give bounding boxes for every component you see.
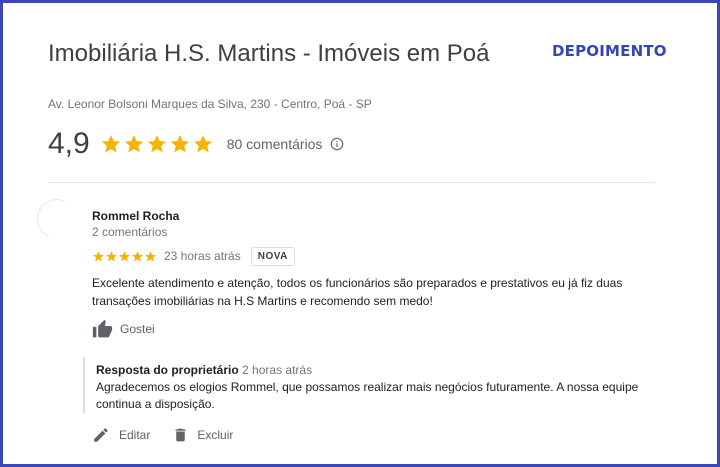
star-icon: [145, 250, 156, 261]
like-button[interactable]: Gostei: [92, 318, 155, 340]
thumbs-up-icon: [92, 319, 113, 337]
star-icon: [93, 250, 104, 261]
review-stars: [92, 250, 157, 263]
owner-actions: Editar Excluir: [92, 424, 233, 446]
section-divider: [48, 182, 654, 183]
review-text: Excelente atendimento e atenção, todos o…: [92, 276, 623, 308]
info-icon[interactable]: [330, 137, 344, 151]
star-icon: [170, 135, 189, 153]
owner-response-header: Resposta do proprietário 2 horas atrás: [96, 362, 663, 378]
rating-value: 4,9: [48, 127, 90, 160]
star-icon: [119, 250, 130, 261]
rating-stars: [100, 133, 214, 155]
star-icon: [101, 135, 120, 153]
edit-button[interactable]: Editar: [92, 426, 150, 444]
business-rating-summary: 4,9 80 comentários: [48, 124, 344, 164]
star-icon: [106, 250, 117, 261]
owner-response-text: Agradecemos os elogios Rommel, que possa…: [96, 380, 639, 411]
avatar[interactable]: [31, 193, 83, 245]
delete-button[interactable]: Excluir: [172, 426, 233, 444]
owner-response: Resposta do proprietário 2 horas atrás A…: [83, 357, 663, 413]
review-rating-row: 23 horas atrás NOVA: [92, 246, 295, 266]
reviewer-name[interactable]: Rommel Rocha: [92, 209, 179, 223]
delete-label: Excluir: [197, 428, 234, 442]
like-label: Gostei: [120, 322, 155, 336]
owner-response-title: Resposta do proprietário: [96, 363, 239, 377]
star-icon: [147, 135, 166, 153]
edit-label: Editar: [119, 428, 151, 442]
trash-icon: [175, 428, 186, 442]
reviewer-review-count: 2 comentários: [92, 225, 168, 239]
owner-response-time: 2 horas atrás: [242, 363, 313, 377]
new-badge: NOVA: [250, 246, 295, 266]
review-count-link[interactable]: 80 comentários: [227, 136, 323, 152]
star-icon: [193, 135, 212, 153]
business-address: Av. Leonor Bolsoni Marques da Silva, 230…: [48, 97, 372, 111]
testimonial-tag: DEPOIMENTO: [552, 42, 667, 60]
business-name: Imobiliária H.S. Martins - Imóveis em Po…: [48, 40, 490, 67]
pencil-icon: [94, 428, 108, 442]
star-icon: [124, 135, 143, 153]
review-card-frame: DEPOIMENTO Imobiliária H.S. Martins - Im…: [0, 0, 720, 467]
star-icon: [132, 250, 143, 261]
review-time: 23 horas atrás: [164, 249, 241, 263]
